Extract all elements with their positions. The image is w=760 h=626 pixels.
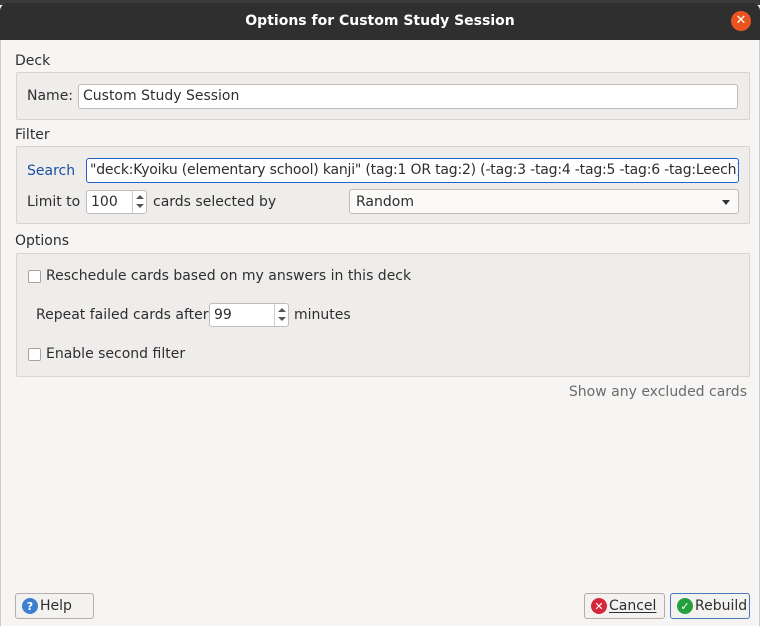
deck-group-title: Deck [15, 53, 51, 69]
order-select[interactable]: Random [349, 189, 739, 214]
cancel-button[interactable]: ✕ Cancel [584, 593, 665, 619]
repeat-label: Repeat failed cards after [36, 307, 209, 323]
help-button[interactable]: ? Help [15, 593, 94, 619]
custom-study-dialog: Deck Name: Custom Study Session Filter S… [0, 40, 760, 626]
repeat-spin-arrows[interactable] [274, 304, 288, 326]
deck-group: Name: Custom Study Session [16, 72, 750, 120]
filter-group: Search "deck:Kyoiku (elementary school) … [16, 146, 750, 224]
help-icon: ? [22, 598, 38, 614]
search-label: Search [27, 163, 76, 179]
limit-label: Limit to [27, 194, 81, 210]
reschedule-label[interactable]: Reschedule cards based on my answers in … [46, 268, 411, 284]
title-bar: Options for Custom Study Session ✕ [0, 3, 760, 40]
cancel-icon: ✕ [591, 598, 607, 614]
reschedule-checkbox[interactable] [28, 270, 41, 283]
deck-name-input[interactable]: Custom Study Session [78, 84, 738, 109]
second-filter-checkbox[interactable] [28, 348, 41, 361]
spin-up-icon [136, 195, 144, 199]
close-button[interactable]: ✕ [731, 11, 751, 31]
filter-group-title: Filter [15, 127, 50, 143]
check-icon: ✓ [677, 598, 693, 614]
second-filter-label[interactable]: Enable second filter [46, 346, 185, 362]
repeat-value: 99 [214, 307, 232, 323]
name-label: Name: [27, 88, 74, 104]
options-group-title: Options [15, 233, 70, 249]
cancel-button-label: Cancel [609, 598, 657, 614]
help-button-label: Help [40, 598, 72, 614]
limit-spinbox[interactable]: 100 [86, 190, 147, 214]
spin-up-icon [278, 308, 286, 312]
order-value: Random [356, 194, 414, 210]
close-icon: ✕ [735, 13, 747, 28]
search-input[interactable]: "deck:Kyoiku (elementary school) kanji" … [86, 158, 739, 183]
selected-by-label: cards selected by [153, 194, 277, 210]
window-title: Options for Custom Study Session [245, 13, 515, 29]
options-group: Reschedule cards based on my answers in … [16, 253, 750, 377]
rebuild-button-label: Rebuild [695, 598, 748, 614]
show-excluded-cards-link[interactable]: Show any excluded cards [569, 384, 747, 400]
repeat-spinbox[interactable]: 99 [209, 303, 289, 327]
rebuild-button[interactable]: ✓ Rebuild [670, 593, 750, 619]
chevron-down-icon [722, 200, 730, 205]
spin-down-icon [136, 204, 144, 208]
spin-down-icon [278, 317, 286, 321]
limit-value: 100 [91, 194, 118, 210]
repeat-unit: minutes [294, 307, 351, 323]
limit-spin-arrows[interactable] [132, 191, 146, 213]
